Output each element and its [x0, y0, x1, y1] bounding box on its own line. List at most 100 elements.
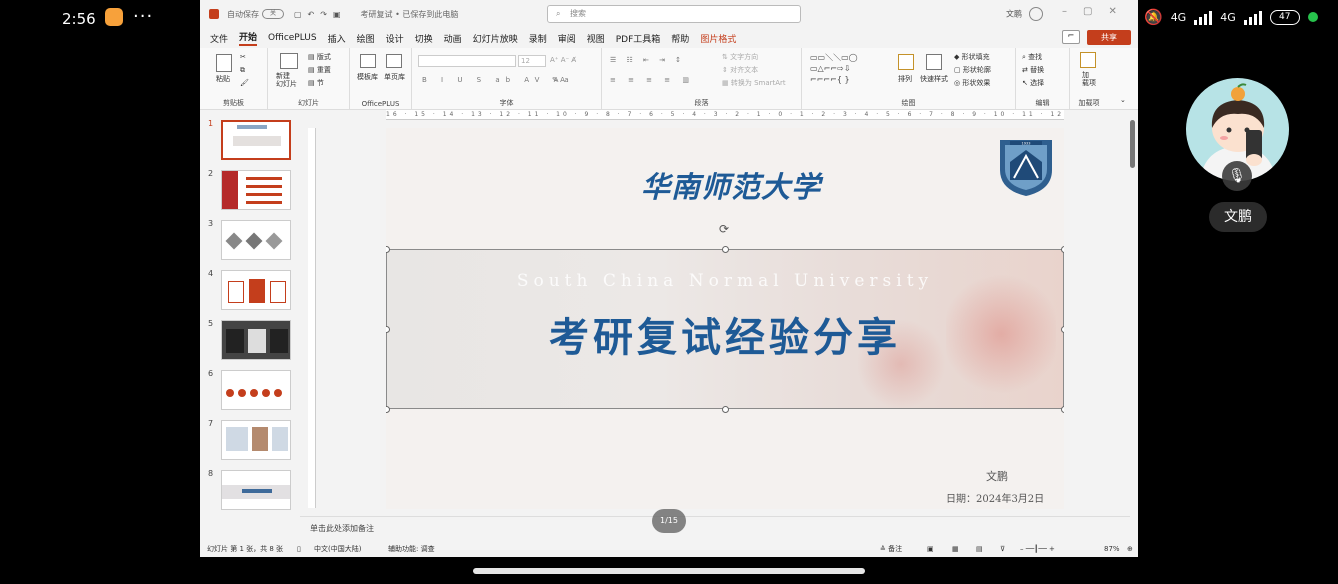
smartart-button[interactable]: ▦ 转换为 SmartArt	[722, 78, 786, 88]
selection-box[interactable]	[386, 249, 1064, 409]
thumb-number: 3	[208, 219, 214, 228]
alignment-buttons[interactable]: ≡ ≡ ≡ ≡ ▥	[610, 76, 694, 84]
font-name-select[interactable]	[418, 55, 516, 67]
spellcheck-icon[interactable]: ▯	[297, 542, 301, 557]
arrange-icon[interactable]	[898, 54, 914, 70]
find-button[interactable]: ⌕ 查找	[1022, 52, 1042, 62]
font-size-select[interactable]: 12	[518, 55, 546, 67]
resize-handle[interactable]	[1061, 406, 1064, 413]
cut-icon[interactable]: ✂	[240, 53, 246, 61]
resize-handle[interactable]	[722, 406, 729, 413]
slide-thumbnail-6[interactable]	[221, 370, 291, 410]
resize-handle[interactable]	[1061, 246, 1064, 253]
slide-thumbnail-7[interactable]	[221, 420, 291, 460]
share-button[interactable]: 共享	[1087, 30, 1131, 45]
phone-status-icons: 🔕 4G 4G 47	[1144, 8, 1318, 26]
reset-button[interactable]: ▤ 重置	[308, 65, 331, 75]
new-slide-label[interactable]: 新建 幻灯片	[276, 72, 297, 88]
fit-slide-icon[interactable]: ⊕	[1127, 542, 1133, 557]
font-color-buttons[interactable]: ✎ A	[552, 76, 565, 84]
resize-handle[interactable]	[1061, 326, 1064, 333]
reading-view-icon[interactable]: ▤	[976, 542, 983, 557]
accessibility-status[interactable]: 辅助功能: 调查	[388, 542, 435, 557]
tab-insert[interactable]: 插入	[328, 32, 346, 45]
tab-slideshow[interactable]: 幻灯片放映	[473, 32, 518, 45]
slide-thumbnail-8[interactable]	[221, 470, 291, 510]
slide-thumbnail-1[interactable]	[221, 120, 291, 160]
autosave-toggle[interactable]: 关	[262, 9, 284, 19]
list-buttons[interactable]: ☰ ☷ ⇤ ⇥ ↕	[610, 56, 685, 64]
slide-canvas[interactable]: 华南师范大学 1933 South China Normal Universit…	[386, 128, 1064, 509]
section-button[interactable]: ▤ 节	[308, 78, 324, 88]
resize-handle[interactable]	[722, 246, 729, 253]
normal-view-icon[interactable]: ▣	[927, 542, 934, 557]
shape-effects-button[interactable]: ◎ 形状效果	[954, 78, 990, 88]
slideshow-icon[interactable]: ⊽	[1000, 542, 1005, 557]
tab-file[interactable]: 文件	[210, 32, 228, 45]
tab-animations[interactable]: 动画	[444, 32, 462, 45]
shape-outline-button[interactable]: ▢ 形状轮廓	[954, 65, 991, 75]
home-gesture-bar[interactable]	[473, 568, 865, 574]
notes-pane[interactable]: 单击此处添加备注	[300, 516, 1130, 540]
select-label: 选择	[1030, 79, 1045, 87]
zoom-level[interactable]: 87%	[1104, 542, 1120, 557]
presentation-date[interactable]: 日期：2024年3月2日	[946, 490, 1044, 505]
text-direction-button[interactable]: ⇅ 文字方向	[722, 52, 758, 62]
tab-review[interactable]: 审阅	[558, 32, 576, 45]
replace-button[interactable]: ⇄ 替换	[1022, 65, 1044, 75]
paste-icon[interactable]	[216, 54, 232, 72]
slide-sorter-icon[interactable]: ▦	[952, 542, 959, 557]
tab-home[interactable]: 开始	[239, 30, 258, 46]
align-text-label: 对齐文本	[730, 66, 759, 74]
single-lib-label[interactable]: 单页库	[384, 72, 405, 82]
author-name[interactable]: 文鹏	[986, 468, 1008, 484]
shape-outline-label: 形状轮廓	[962, 66, 991, 74]
resize-handle[interactable]	[386, 406, 390, 413]
user-account[interactable]: 文鹏	[1006, 7, 1043, 21]
align-text-button[interactable]: ⇕ 对齐文本	[722, 65, 758, 75]
copy-icon[interactable]: ⧉	[240, 66, 245, 75]
scrollbar-thumb[interactable]	[1130, 120, 1135, 168]
tab-pdf-tools[interactable]: PDF工具箱	[616, 32, 661, 45]
tab-help[interactable]: 帮助	[671, 32, 689, 45]
slide-thumbnail-5[interactable]	[221, 320, 291, 360]
template-lib-icon[interactable]	[360, 54, 376, 68]
select-button[interactable]: ↖ 选择	[1022, 78, 1044, 88]
tab-view[interactable]: 视图	[587, 32, 605, 45]
notes-toggle[interactable]: ≙ 备注	[880, 542, 902, 557]
format-painter-icon[interactable]: 🖌	[240, 79, 249, 87]
tab-draw[interactable]: 绘图	[357, 32, 375, 45]
language-indicator[interactable]: 中文(中国大陆)	[314, 542, 361, 557]
network-label-2: 4G	[1220, 10, 1236, 24]
comments-button[interactable]: ⌐	[1062, 30, 1080, 44]
slide-thumbnail-3[interactable]	[221, 220, 291, 260]
quick-styles-label[interactable]: 快速样式	[920, 74, 948, 84]
tab-officeplus[interactable]: OfficePLUS	[268, 33, 317, 43]
quick-access-icons[interactable]: ▢↶↷▣	[294, 10, 347, 19]
vertical-scrollbar[interactable]	[1128, 116, 1136, 516]
shapes-gallery[interactable]: ▭▭＼＼▭◯ ▭△⌐⌐⇨⇩ ⌐⌐⌐⌐{ }	[810, 52, 858, 85]
window-controls[interactable]: –▢✕	[1062, 6, 1133, 17]
tab-design[interactable]: 设计	[386, 32, 404, 45]
shape-fill-label: 形状填充	[961, 53, 990, 61]
template-lib-label[interactable]: 模板库	[357, 72, 378, 82]
microphone-icon[interactable]: 🎙	[1222, 161, 1252, 191]
zoom-slider[interactable]: – ──┃── +	[1020, 542, 1055, 557]
addins-label[interactable]: 加 载项	[1082, 71, 1096, 87]
quick-styles-icon[interactable]	[926, 54, 942, 70]
layout-button[interactable]: ▤ 版式	[308, 52, 331, 62]
slide-thumbnail-4[interactable]	[221, 270, 291, 310]
shape-fill-button[interactable]: ◆ 形状填充	[954, 52, 990, 62]
collapse-ribbon-icon[interactable]: ⌄	[1120, 96, 1126, 104]
slide-thumbnail-2[interactable]	[221, 170, 291, 210]
new-slide-icon[interactable]	[280, 53, 298, 69]
arrange-label[interactable]: 排列	[898, 74, 912, 84]
single-lib-icon[interactable]	[386, 54, 402, 68]
tab-picture-format[interactable]: 图片格式	[700, 32, 736, 45]
tab-record[interactable]: 录制	[529, 32, 547, 45]
rotate-handle-icon[interactable]: ⟳	[719, 222, 729, 236]
addins-icon[interactable]	[1080, 52, 1096, 68]
search-input[interactable]: ⌕ 搜索	[547, 5, 801, 23]
font-size-buttons[interactable]: A⁺ A⁻ A̸	[550, 56, 576, 64]
tab-transitions[interactable]: 切换	[415, 32, 433, 45]
